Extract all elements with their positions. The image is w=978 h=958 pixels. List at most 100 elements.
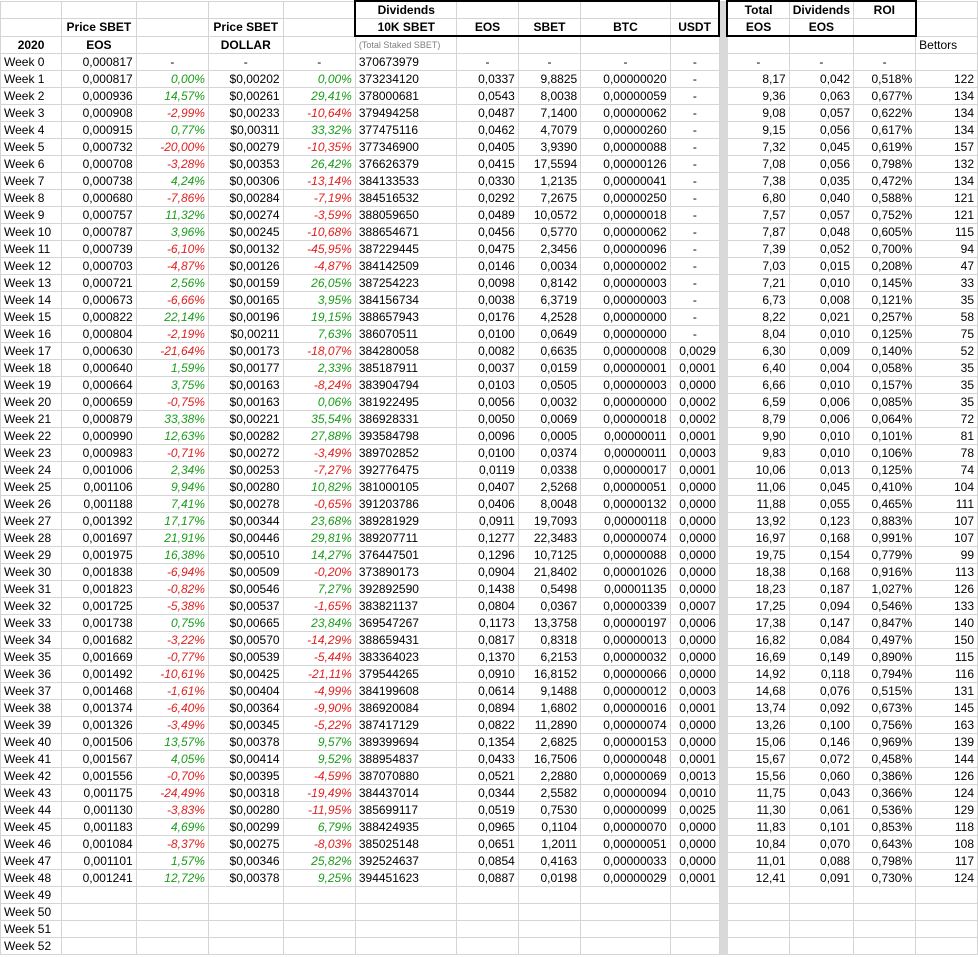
div-eos-cell[interactable]: 0,0911 — [456, 512, 519, 530]
roi-cell[interactable]: 0,536% — [853, 801, 917, 819]
div-btc-cell[interactable]: 0,00000020 — [580, 70, 671, 88]
price-eos-change-cell[interactable]: 3,75% — [135, 376, 209, 394]
week-label-cell[interactable]: Week 44 — [0, 801, 63, 819]
price-eos-change-cell[interactable]: 11,32% — [135, 206, 209, 224]
price-eos-change-cell[interactable]: 33,38% — [135, 410, 209, 428]
cell[interactable] — [135, 0, 209, 19]
price-dollar-cell[interactable]: $0,00284 — [207, 189, 284, 207]
price-dollar-change-cell[interactable]: -7,27% — [282, 461, 356, 479]
div-sbet-cell[interactable]: 21,8402 — [517, 563, 582, 581]
price-eos-cell[interactable]: 0,000664 — [61, 376, 137, 394]
div-sbet-cell[interactable]: 1,2135 — [517, 172, 582, 190]
total-staked-cell[interactable]: 387417129 — [354, 716, 458, 734]
bettors-cell[interactable]: 118 — [915, 818, 978, 836]
div-btc-cell[interactable]: 0,00000032 — [580, 648, 671, 666]
div-sbet-cell[interactable]: 2,5582 — [517, 784, 582, 802]
div-eos-cell[interactable]: 0,0330 — [456, 172, 519, 190]
total-staked-cell[interactable]: 381922495 — [354, 393, 458, 411]
spreadsheet[interactable]: Dividends Total Dividends ROI Price SBET… — [0, 0, 978, 958]
header-eos-unit[interactable]: EOS — [61, 35, 137, 54]
week-label-cell[interactable]: Week 39 — [0, 716, 63, 734]
total-staked-cell[interactable]: 389207711 — [354, 529, 458, 547]
div-usdt-cell[interactable]: - — [669, 274, 720, 292]
total-staked-cell[interactable] — [354, 886, 458, 904]
week-label-cell[interactable]: Week 29 — [0, 546, 63, 564]
total-staked-cell[interactable]: 392892590 — [354, 580, 458, 598]
div-eos-cell[interactable]: 0,1173 — [456, 614, 519, 632]
price-dollar-cell[interactable]: $0,00364 — [207, 699, 284, 717]
dividends-eos-cell[interactable]: 0,056 — [788, 155, 855, 173]
price-eos-cell[interactable]: 0,001374 — [61, 699, 137, 717]
price-dollar-change-cell[interactable]: 26,05% — [282, 274, 356, 292]
roi-cell[interactable]: 0,883% — [853, 512, 917, 530]
total-eos-cell[interactable]: 9,90 — [726, 427, 790, 445]
div-usdt-cell[interactable] — [669, 886, 720, 904]
div-usdt-cell[interactable]: - — [669, 223, 720, 241]
total-staked-cell[interactable]: 373234120 — [354, 70, 458, 88]
total-staked-cell[interactable]: 377346900 — [354, 138, 458, 156]
div-btc-cell[interactable]: 0,00000250 — [580, 189, 671, 207]
div-eos-cell[interactable]: 0,0038 — [456, 291, 519, 309]
div-eos-cell[interactable]: 0,0904 — [456, 563, 519, 581]
price-dollar-cell[interactable]: - — [207, 53, 284, 71]
price-eos-cell[interactable]: 0,001838 — [61, 563, 137, 581]
week-label-cell[interactable]: Week 38 — [0, 699, 63, 717]
price-dollar-change-cell[interactable]: 23,84% — [282, 614, 356, 632]
week-label-cell[interactable]: Week 21 — [0, 410, 63, 428]
roi-cell[interactable]: 0,677% — [853, 87, 917, 105]
roi-cell[interactable]: 0,058% — [853, 359, 917, 377]
total-eos-cell[interactable] — [726, 886, 790, 904]
div-sbet-cell[interactable]: 0,8318 — [517, 631, 582, 649]
bettors-cell[interactable]: 35 — [915, 359, 978, 377]
div-usdt-cell[interactable]: 0,0000 — [669, 478, 720, 496]
price-eos-change-cell[interactable]: -4,87% — [135, 257, 209, 275]
total-eos-cell[interactable]: 7,57 — [726, 206, 790, 224]
div-btc-cell[interactable]: 0,00000069 — [580, 767, 671, 785]
price-dollar-cell[interactable]: $0,00395 — [207, 767, 284, 785]
div-sbet-cell[interactable]: 22,3483 — [517, 529, 582, 547]
price-dollar-cell[interactable] — [207, 937, 284, 955]
total-eos-cell[interactable]: 16,82 — [726, 631, 790, 649]
price-dollar-change-cell[interactable]: -10,68% — [282, 223, 356, 241]
total-eos-cell[interactable]: 8,79 — [726, 410, 790, 428]
header-10k-sbet[interactable]: 10K SBET — [354, 18, 458, 37]
week-label-cell[interactable]: Week 37 — [0, 682, 63, 700]
week-label-cell[interactable]: Week 50 — [0, 903, 63, 921]
bettors-cell[interactable]: 126 — [915, 580, 978, 598]
dividends-eos-cell[interactable] — [788, 903, 855, 921]
header-dividends-2[interactable]: Dividends — [788, 0, 855, 19]
week-label-cell[interactable]: Week 22 — [0, 427, 63, 445]
price-eos-cell[interactable]: 0,000983 — [61, 444, 137, 462]
cell[interactable] — [456, 0, 519, 19]
price-dollar-change-cell[interactable]: - — [282, 53, 356, 71]
div-usdt-cell[interactable]: 0,0010 — [669, 784, 720, 802]
total-staked-cell[interactable]: 388424935 — [354, 818, 458, 836]
div-usdt-cell[interactable]: - — [669, 121, 720, 139]
total-eos-cell[interactable]: 9,83 — [726, 444, 790, 462]
total-eos-cell[interactable]: 7,87 — [726, 223, 790, 241]
roi-cell[interactable]: 0,969% — [853, 733, 917, 751]
div-btc-cell[interactable]: 0,00000051 — [580, 478, 671, 496]
bettors-cell[interactable]: 74 — [915, 461, 978, 479]
div-sbet-cell[interactable]: 2,3456 — [517, 240, 582, 258]
price-dollar-cell[interactable]: $0,00272 — [207, 444, 284, 462]
cell[interactable] — [517, 35, 582, 54]
price-eos-cell[interactable]: 0,000817 — [61, 70, 137, 88]
div-eos-cell[interactable]: 0,0407 — [456, 478, 519, 496]
div-btc-cell[interactable]: 0,00000051 — [580, 835, 671, 853]
price-eos-change-cell[interactable]: -24,49% — [135, 784, 209, 802]
div-sbet-cell[interactable]: 9,1488 — [517, 682, 582, 700]
price-dollar-change-cell[interactable]: -10,64% — [282, 104, 356, 122]
price-eos-cell[interactable]: 0,001084 — [61, 835, 137, 853]
price-eos-change-cell[interactable]: -6,66% — [135, 291, 209, 309]
dividends-eos-cell[interactable]: 0,084 — [788, 631, 855, 649]
week-label-cell[interactable]: Week 40 — [0, 733, 63, 751]
price-eos-cell[interactable]: 0,001101 — [61, 852, 137, 870]
price-dollar-cell[interactable]: $0,00414 — [207, 750, 284, 768]
div-eos-cell[interactable]: 0,0405 — [456, 138, 519, 156]
bettors-cell[interactable]: 131 — [915, 682, 978, 700]
dividends-eos-cell[interactable]: 0,072 — [788, 750, 855, 768]
div-btc-cell[interactable]: 0,00000096 — [580, 240, 671, 258]
div-eos-cell[interactable]: 0,0817 — [456, 631, 519, 649]
roi-cell[interactable]: 0,622% — [853, 104, 917, 122]
